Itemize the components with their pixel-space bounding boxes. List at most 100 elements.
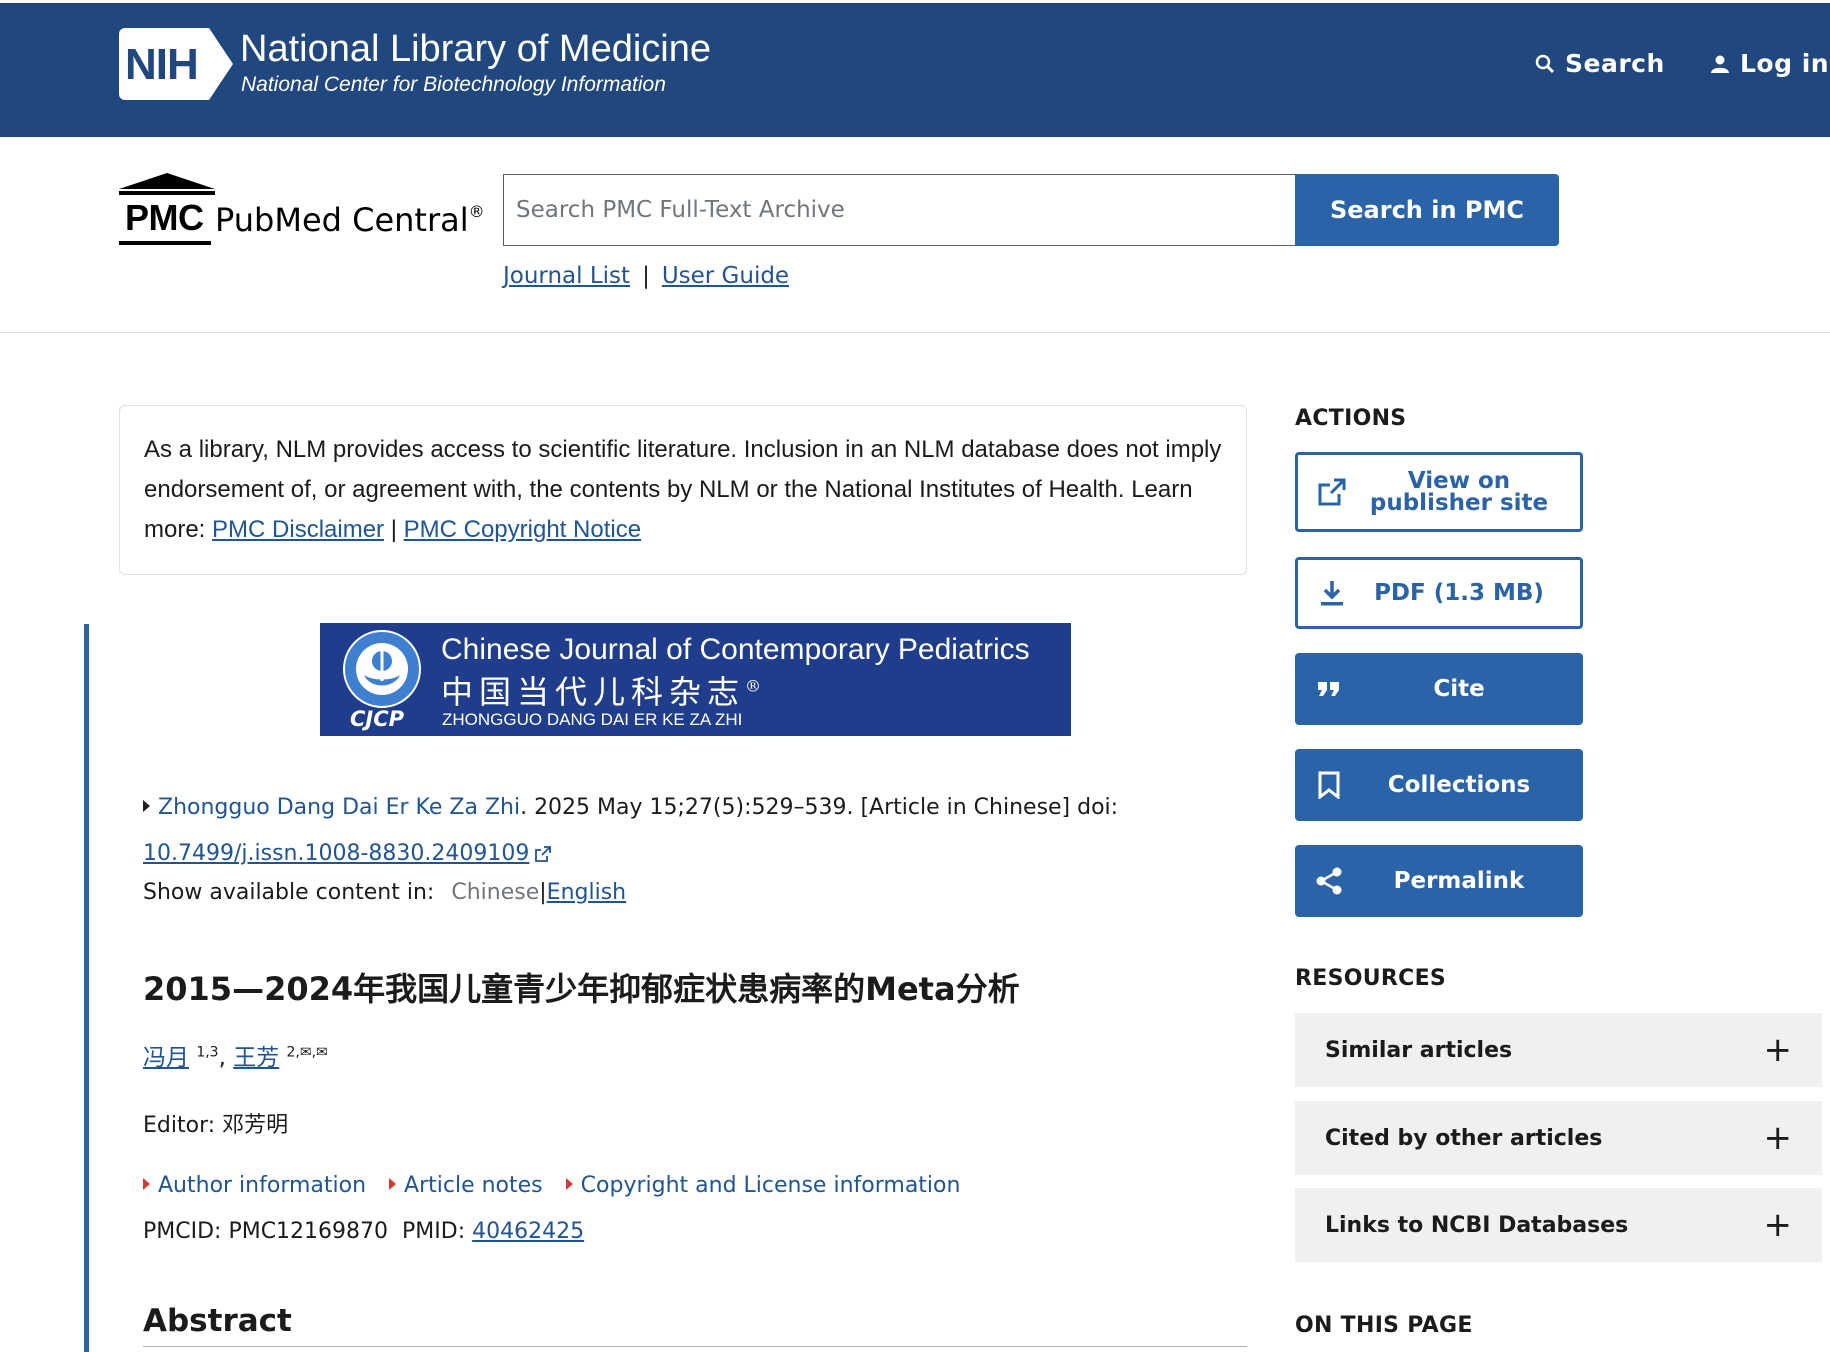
language-chinese: Chinese (451, 880, 540, 905)
pmc-logo-name-text: PubMed Central (215, 201, 469, 239)
permalink-label: Permalink (1393, 868, 1525, 894)
nih-logo[interactable]: NIH (119, 28, 233, 100)
author-separator: , (218, 1045, 226, 1071)
article-info-links: Author information Article notes Copyrig… (143, 1173, 976, 1198)
journal-banner[interactable]: CJCP Chinese Journal of Contemporary Ped… (320, 623, 1071, 736)
sublinks-separator: | (642, 263, 650, 289)
author-link[interactable]: 王芳 (233, 1045, 279, 1071)
language-label: Show available content in: (143, 880, 435, 905)
journal-title-pinyin: ZHONGGUO DANG DAI ER KE ZA ZHI (442, 710, 743, 729)
article-ids: PMCID: PMC12169870 PMID: 40462425 (143, 1219, 584, 1244)
expand-triangle-icon (389, 1178, 397, 1190)
expand-triangle-icon (565, 1178, 573, 1190)
pmc-logo-name: PubMed Central® (215, 201, 485, 239)
disclaimer-text: As a library, NLM provides access to sci… (144, 436, 1222, 503)
doi-link[interactable]: 10.7499/j.issn.1008-8830.2409109 (143, 841, 529, 866)
author-affiliation[interactable]: 1,3 (196, 1044, 218, 1060)
header-search-label: Search (1565, 49, 1665, 78)
pmcid: PMCID: PMC12169870 (143, 1219, 389, 1244)
pmc-logo-abbr: PMC (125, 197, 204, 238)
user-icon (1711, 55, 1729, 73)
plus-icon: + (1763, 1030, 1793, 1070)
pmc-search-input[interactable]: Search PMC Full-Text Archive (503, 174, 1296, 246)
author-affiliation[interactable]: 2,✉,✉ (287, 1044, 328, 1060)
external-link-icon (1298, 477, 1358, 507)
cited-by-label: Cited by other articles (1325, 1125, 1603, 1151)
pmc-building-icon (119, 173, 215, 195)
pmc-search-placeholder: Search PMC Full-Text Archive (516, 197, 845, 223)
collections-button[interactable]: Collections (1295, 749, 1583, 821)
cited-by-accordion[interactable]: Cited by other articles + (1295, 1101, 1822, 1175)
cite-button[interactable]: Cite (1295, 653, 1583, 725)
author-information-label: Author information (158, 1173, 367, 1198)
pmc-sublinks: Journal List | User Guide (503, 263, 789, 289)
journal-name-link[interactable]: Zhongguo Dang Dai Er Ke Za Zhi (158, 795, 520, 820)
view-on-publisher-button[interactable]: View on publisher site (1295, 452, 1583, 532)
author-information-toggle[interactable]: Author information (143, 1173, 366, 1198)
citation-details: . 2025 May 15;27(5):529–539. [Article in… (520, 795, 1119, 820)
editor-name: 邓芳明 (222, 1113, 289, 1138)
share-icon (1295, 866, 1355, 896)
user-guide-link[interactable]: User Guide (662, 263, 789, 289)
abstract-heading: Abstract (143, 1303, 292, 1339)
plus-icon: + (1763, 1205, 1793, 1245)
bookmark-icon (1295, 771, 1355, 799)
expand-triangle-icon (143, 1178, 150, 1190)
journal-title-cn: 中国当代儿科杂志® (441, 667, 761, 713)
header-login-label: Log in (1740, 49, 1830, 78)
pdf-download-label: PDF (1.3 MB) (1374, 580, 1544, 606)
journal-emblem-icon (343, 630, 421, 708)
permalink-button[interactable]: Permalink (1295, 845, 1583, 917)
download-icon (1298, 579, 1358, 607)
actions-heading: ACTIONS (1295, 406, 1407, 431)
ncbi-subtitle: National Center for Biotechnology Inform… (241, 73, 666, 96)
search-in-pmc-button[interactable]: Search in PMC (1295, 174, 1559, 246)
journal-list-link[interactable]: Journal List (503, 263, 630, 289)
copyright-info-label: Copyright and License information (580, 1173, 961, 1198)
pmc-header: PMC PubMed Central® Search PMC Full-Text… (0, 137, 1830, 333)
language-english-link[interactable]: English (547, 880, 626, 905)
pmid-label: PMID: (402, 1219, 466, 1244)
ncbi-links-accordion[interactable]: Links to NCBI Databases + (1295, 1188, 1822, 1262)
pmc-copyright-link[interactable]: PMC Copyright Notice (404, 516, 641, 543)
collections-label: Collections (1387, 772, 1531, 798)
pmc-disclaimer-link[interactable]: PMC Disclaimer (212, 516, 384, 543)
header-search-button[interactable]: Search (1535, 49, 1665, 78)
journal-title-en: Chinese Journal of Contemporary Pediatri… (441, 633, 1030, 666)
author-list: 冯月 1,3, 王芳 2,✉,✉ (143, 1038, 328, 1072)
nih-logo-box: NIH (119, 28, 203, 100)
pmid-link[interactable]: 40462425 (472, 1219, 584, 1244)
abstract-divider (143, 1346, 1247, 1347)
quote-icon (1295, 680, 1355, 698)
library-disclaimer: As a library, NLM provides access to sci… (119, 405, 1247, 575)
editor-line: Editor: 邓芳明 (143, 1107, 288, 1139)
pmc-logo-reg: ® (468, 202, 485, 221)
journal-abbr: CJCP (350, 707, 405, 731)
author-link[interactable]: 冯月 (143, 1045, 189, 1071)
similar-articles-label: Similar articles (1325, 1037, 1513, 1063)
external-link-icon (535, 846, 552, 862)
article-notes-label: Article notes (404, 1173, 543, 1198)
nih-banner: NIH National Library of Medicine Nationa… (0, 0, 1830, 137)
journal-title-cn-text: 中国当代儿科杂志 (441, 673, 746, 711)
plus-icon: + (1763, 1118, 1793, 1158)
editor-label: Editor: (143, 1113, 216, 1138)
journal-title-reg: ® (745, 676, 762, 696)
nlm-title[interactable]: National Library of Medicine (240, 28, 711, 71)
pmc-logo-rule (119, 241, 211, 245)
nih-logo-text: NIH (125, 40, 199, 89)
resources-heading: RESOURCES (1295, 966, 1447, 991)
disclaimer-separator: | (390, 516, 397, 543)
expand-triangle-icon (143, 800, 150, 812)
language-selector: Show available content in: Chinese|Engli… (143, 880, 626, 905)
cite-label: Cite (1433, 676, 1485, 702)
similar-articles-accordion[interactable]: Similar articles + (1295, 1013, 1822, 1087)
header-login-button[interactable]: Log in (1710, 49, 1829, 78)
article-notes-toggle[interactable]: Article notes (389, 1173, 543, 1198)
article-accent-bar (84, 624, 89, 1352)
article-title: 2015—2024年我国儿童青少年抑郁症状患病率的Meta分析 (143, 970, 1020, 1008)
language-separator: | (539, 880, 547, 905)
pmc-logo[interactable]: PMC PubMed Central® (119, 173, 485, 247)
copyright-info-toggle[interactable]: Copyright and License information (565, 1173, 961, 1198)
pdf-download-button[interactable]: PDF (1.3 MB) (1295, 557, 1583, 629)
